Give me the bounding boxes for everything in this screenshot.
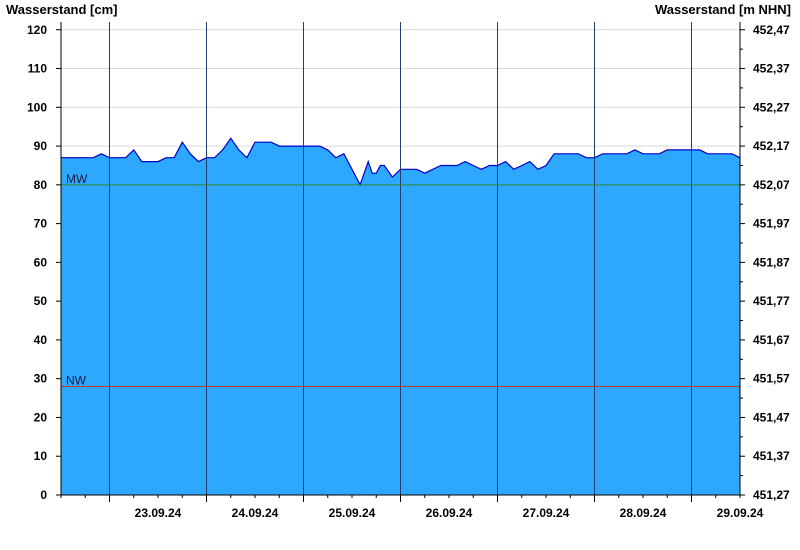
y-right-tick-label-11: 452,37	[753, 62, 790, 76]
y-left-tick-label-1: 10	[34, 449, 48, 463]
y-left-tick-label-12: 120	[27, 23, 47, 37]
ref-label-nw: NW	[66, 373, 87, 387]
y-right-tick-label-5: 451,77	[753, 294, 790, 308]
x-tick-label-3: 26.09.24	[426, 506, 473, 520]
y-left-tick-label-7: 70	[34, 217, 48, 231]
y-left-tick-label-10: 100	[27, 100, 47, 114]
y-right-tick-label-6: 451,87	[753, 255, 790, 269]
y-right-tick-label-2: 451,47	[753, 410, 790, 424]
y-right-axis-title: Wasserstand [m NHN]	[655, 2, 791, 17]
y-right-tick-label-1: 451,37	[753, 449, 790, 463]
y-left-tick-label-3: 30	[34, 372, 48, 386]
y-left-axis-title: Wasserstand [cm]	[6, 2, 118, 17]
y-right-tick-label-12: 452,47	[753, 23, 790, 37]
y-right-tick-label-8: 452,07	[753, 178, 790, 192]
y-left-tick-label-8: 80	[34, 178, 48, 192]
y-left-tick-label-4: 40	[34, 333, 48, 347]
y-left-tick-label-2: 20	[34, 410, 48, 424]
y-right-tick-label-4: 451,67	[753, 333, 790, 347]
x-tick-label-2: 25.09.24	[329, 506, 376, 520]
y-right-tick-label-3: 451,57	[753, 372, 790, 386]
y-left-tick-label-0: 0	[40, 488, 47, 502]
y-right-tick-label-0: 451,27	[753, 488, 790, 502]
water-level-chart: Wasserstand [cm] Wasserstand [m NHN] MW N…	[6, 2, 791, 520]
x-tick-label-1: 24.09.24	[232, 506, 279, 520]
y-left-tick-label-9: 90	[34, 139, 48, 153]
y-left-tick-label-5: 50	[34, 294, 48, 308]
y-right-tick-label-10: 452,27	[753, 100, 790, 114]
y-left-tick-label-11: 110	[28, 62, 48, 76]
y-right-tick-label-9: 452,17	[753, 139, 790, 153]
ref-label-mw: MW	[66, 172, 88, 186]
x-tick-label-4: 27.09.24	[523, 506, 570, 520]
x-tick-label-0: 23.09.24	[135, 506, 182, 520]
plot-area: MW NW	[61, 22, 741, 496]
y-right-tick-label-7: 451,97	[753, 217, 790, 231]
x-tick-label-6: 29.09.24	[717, 506, 764, 520]
y-left-tick-label-6: 60	[34, 255, 48, 269]
x-tick-label-5: 28.09.24	[620, 506, 667, 520]
